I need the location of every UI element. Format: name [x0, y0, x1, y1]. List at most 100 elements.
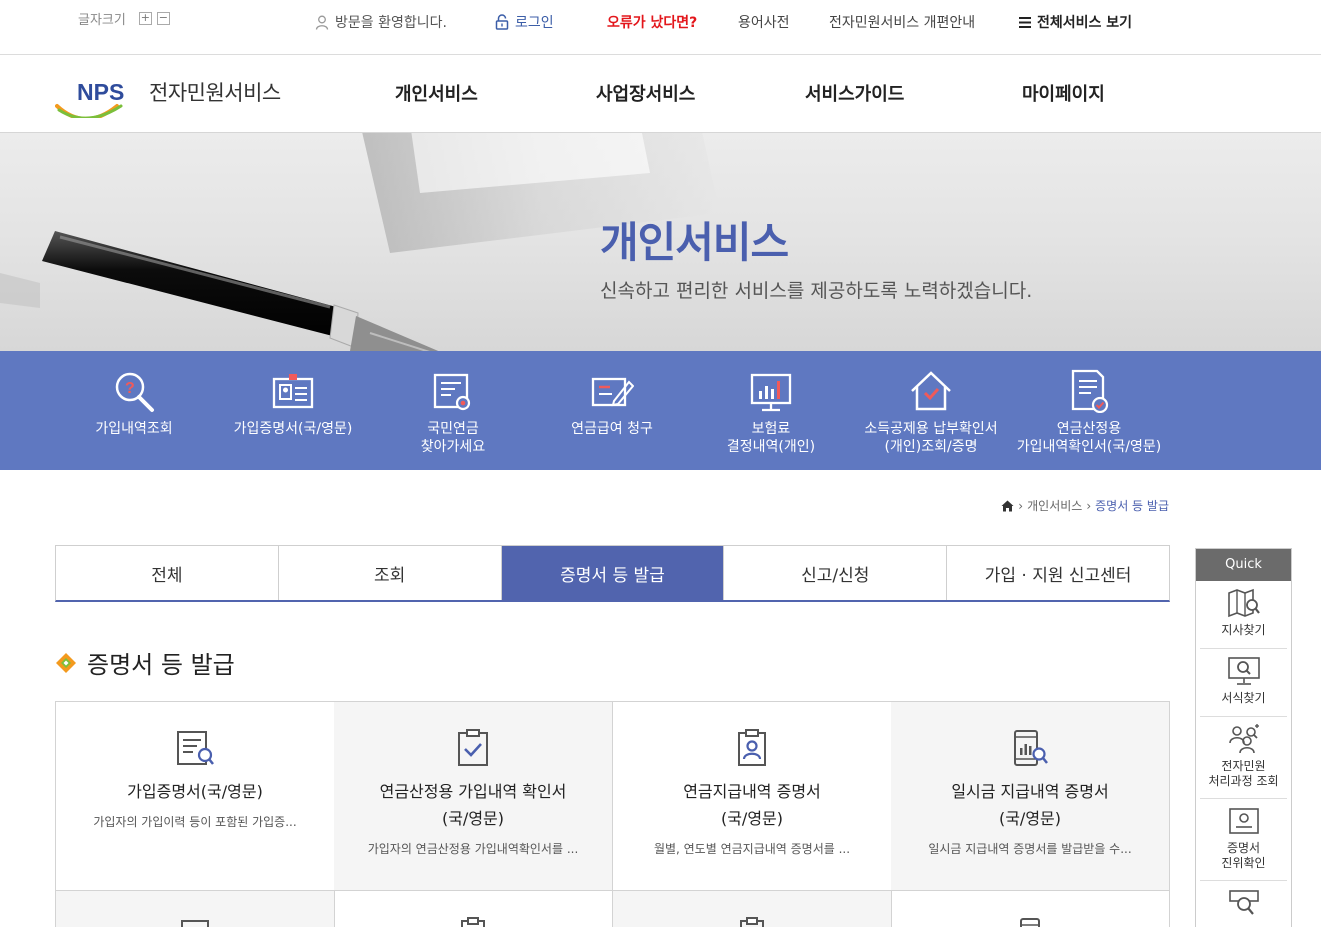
login-text: 로그인	[515, 15, 554, 31]
lock-icon	[495, 14, 509, 30]
card-title-2: (국/영문)	[720, 809, 784, 828]
hero-banner: 개인서비스 신속하고 편리한 서비스를 제공하도록 노력하겠습니다.	[0, 133, 1321, 351]
quick-item-label-2: (개인)조회/증명	[884, 439, 978, 455]
error-help-link[interactable]: 오류가 났다면?	[607, 12, 697, 32]
hero-subtitle: 신속하고 편리한 서비스를 제공하도록 노력하겠습니다.	[600, 280, 1033, 302]
gnb-personal-service[interactable]: 개인서비스	[395, 80, 478, 106]
tab-inquiry[interactable]: 조회	[279, 546, 502, 600]
all-services-link[interactable]: 전체서비스 보기	[1019, 12, 1132, 32]
document-check-icon	[1067, 369, 1111, 413]
house-check-icon	[909, 369, 953, 413]
breadcrumb-level1[interactable]: 개인서비스	[1027, 497, 1082, 514]
card-description: 가입자의 연금산정용 가입내역확인서를 ...	[367, 842, 579, 856]
user-icon	[315, 15, 329, 30]
side-item-find-form[interactable]: 서식찾기	[1200, 649, 1287, 717]
id-card-icon	[271, 369, 315, 413]
card-description: 월별, 연도별 연금지급내역 증명서를 ...	[653, 842, 851, 856]
gnb-my-page[interactable]: 마이페이지	[1022, 80, 1105, 106]
tab-join-support-center[interactable]: 가입 · 지원 신고센터	[947, 546, 1169, 600]
side-item-more[interactable]	[1200, 881, 1287, 927]
font-decrease-button[interactable]: −	[156, 12, 170, 25]
document-icon	[178, 915, 212, 927]
quick-item-label-2: 가입내역확인서(국/영문)	[1016, 439, 1162, 455]
side-item-label: 증명서	[1226, 841, 1261, 855]
breadcrumb: › 개인서비스 › 증명서 등 발급	[1001, 497, 1169, 514]
logo-text: 전자민원서비스	[149, 81, 281, 105]
hero-title: 개인서비스	[600, 218, 789, 267]
clipboard-icon	[456, 915, 490, 927]
diamond-bullet-icon	[56, 652, 76, 673]
side-item-label: 전자민원	[1221, 759, 1266, 773]
quick-service-strip: ? 가입내역조회 가입증명서(국/영문) 국민연금 찾아가세요 연금급여 청구 …	[0, 351, 1321, 470]
welcome-message: 방문을 환영합니다.	[315, 12, 447, 32]
document-search-icon	[175, 728, 215, 768]
card-next-row[interactable]	[334, 891, 613, 927]
quick-item-tax-deduction[interactable]: 소득공제용 납부확인서 (개인)조회/증명	[851, 369, 1011, 456]
quick-item-label: 가입증명서(국/영문)	[233, 421, 353, 437]
map-search-icon	[1227, 587, 1261, 619]
clipboard-person-icon	[732, 728, 772, 768]
card-next-row[interactable]	[613, 891, 892, 927]
search-question-icon: ?	[112, 369, 156, 413]
section-title: 증명서 등 발급	[55, 645, 235, 680]
font-size-label: 글자크기	[78, 13, 126, 28]
quick-item-label: 국민연금	[427, 421, 479, 437]
svg-text:NPS: NPS	[77, 79, 124, 105]
font-increase-button[interactable]: +	[138, 12, 152, 25]
quick-item-join-history[interactable]: ? 가입내역조회	[54, 369, 214, 438]
card-join-certificate[interactable]: 가입증명서(국/영문) 가입자의 가입이력 등이 포함된 가입증...	[56, 702, 335, 891]
clipboard-check-icon	[453, 728, 493, 768]
home-icon[interactable]	[1001, 500, 1014, 512]
quick-item-pension-calc-confirm[interactable]: 연금산정용 가입내역확인서(국/영문)	[1009, 369, 1169, 456]
site-logo[interactable]: NPS 전자민원서비스	[55, 76, 281, 118]
card-next-row[interactable]	[56, 891, 335, 927]
side-item-label-2: 처리과정 조회	[1208, 774, 1279, 788]
card-lump-sum-certificate[interactable]: 일시금 지급내역 증명서 (국/영문) 일시금 지급내역 증명서를 발급받을 수…	[891, 702, 1170, 891]
clipboard-icon	[735, 915, 769, 927]
certificate-icon	[1227, 805, 1261, 837]
card-description: 일시금 지급내역 증명서를 발급받을 수...	[928, 842, 1132, 856]
quick-item-join-certificate[interactable]: 가입증명서(국/영문)	[213, 369, 373, 438]
document-search-icon	[431, 369, 475, 413]
card-title: 연금산정용 가입내역 확인서	[379, 782, 567, 801]
card-pension-calc-confirm[interactable]: 연금산정용 가입내역 확인서 (국/영문) 가입자의 연금산정용 가입내역확인서…	[334, 702, 613, 891]
side-item-certificate-verify[interactable]: 증명서 진위확인	[1200, 799, 1287, 881]
side-item-label-2: 진위확인	[1221, 856, 1266, 870]
service-card-grid: 가입증명서(국/영문) 가입자의 가입이력 등이 포함된 가입증... 연금산정…	[55, 701, 1170, 927]
quick-item-find-pension[interactable]: 국민연금 찾아가세요	[373, 369, 533, 456]
form-pencil-icon	[590, 369, 634, 413]
dictionary-link[interactable]: 용어사전	[738, 12, 790, 32]
tab-all[interactable]: 전체	[56, 546, 279, 600]
quick-item-label-2: 찾아가세요	[420, 439, 486, 455]
quick-item-pension-claim[interactable]: 연금급여 청구	[532, 369, 692, 438]
tab-report-apply[interactable]: 신고/신청	[724, 546, 948, 600]
side-item-process-inquiry[interactable]: 전자민원 처리과정 조회	[1200, 717, 1287, 799]
renewal-notice-link[interactable]: 전자민원서비스 개편안내	[829, 12, 975, 32]
card-title-2: (국/영문)	[998, 809, 1062, 828]
card-next-row[interactable]	[891, 891, 1170, 927]
tab-certificate-issue[interactable]: 증명서 등 발급	[501, 546, 725, 600]
quick-item-label: 소득공제용 납부확인서	[864, 421, 998, 437]
breadcrumb-current: 증명서 등 발급	[1095, 499, 1169, 513]
quick-item-label: 보험료	[751, 421, 791, 437]
gnb-service-guide[interactable]: 서비스가이드	[805, 80, 904, 106]
quick-item-label: 연금급여 청구	[571, 421, 653, 437]
monitor-chart-icon	[749, 369, 793, 413]
quick-side-panel: Quick 지사찾기 서식찾기 전자민원 처리과정 조회 증명서 진위확인	[1195, 548, 1292, 927]
quick-item-premium-decision[interactable]: 보험료 결정내역(개인)	[691, 369, 851, 456]
site-header: NPS 전자민원서비스 개인서비스 사업장서비스 서비스가이드 마이페이지	[0, 56, 1321, 133]
magnifier-icon	[1227, 887, 1261, 919]
gnb-business-service[interactable]: 사업장서비스	[596, 80, 695, 106]
chevron-right-icon: ›	[1086, 498, 1092, 513]
quick-item-label-2: 결정내역(개인)	[726, 439, 816, 455]
card-title: 가입증명서(국/영문)	[127, 782, 263, 801]
svg-text:?: ?	[125, 380, 135, 397]
card-title: 일시금 지급내역 증명서	[951, 782, 1109, 801]
side-item-find-branch[interactable]: 지사찾기	[1200, 581, 1287, 649]
login-link[interactable]: 로그인	[495, 12, 554, 32]
people-search-icon	[1227, 723, 1261, 755]
side-item-label: 지사찾기	[1221, 623, 1266, 637]
card-pension-payment-certificate[interactable]: 연금지급내역 증명서 (국/영문) 월별, 연도별 연금지급내역 증명서를 ..…	[613, 702, 892, 891]
menu-icon	[1019, 16, 1031, 28]
quick-item-label: 연금산정용	[1056, 421, 1122, 437]
